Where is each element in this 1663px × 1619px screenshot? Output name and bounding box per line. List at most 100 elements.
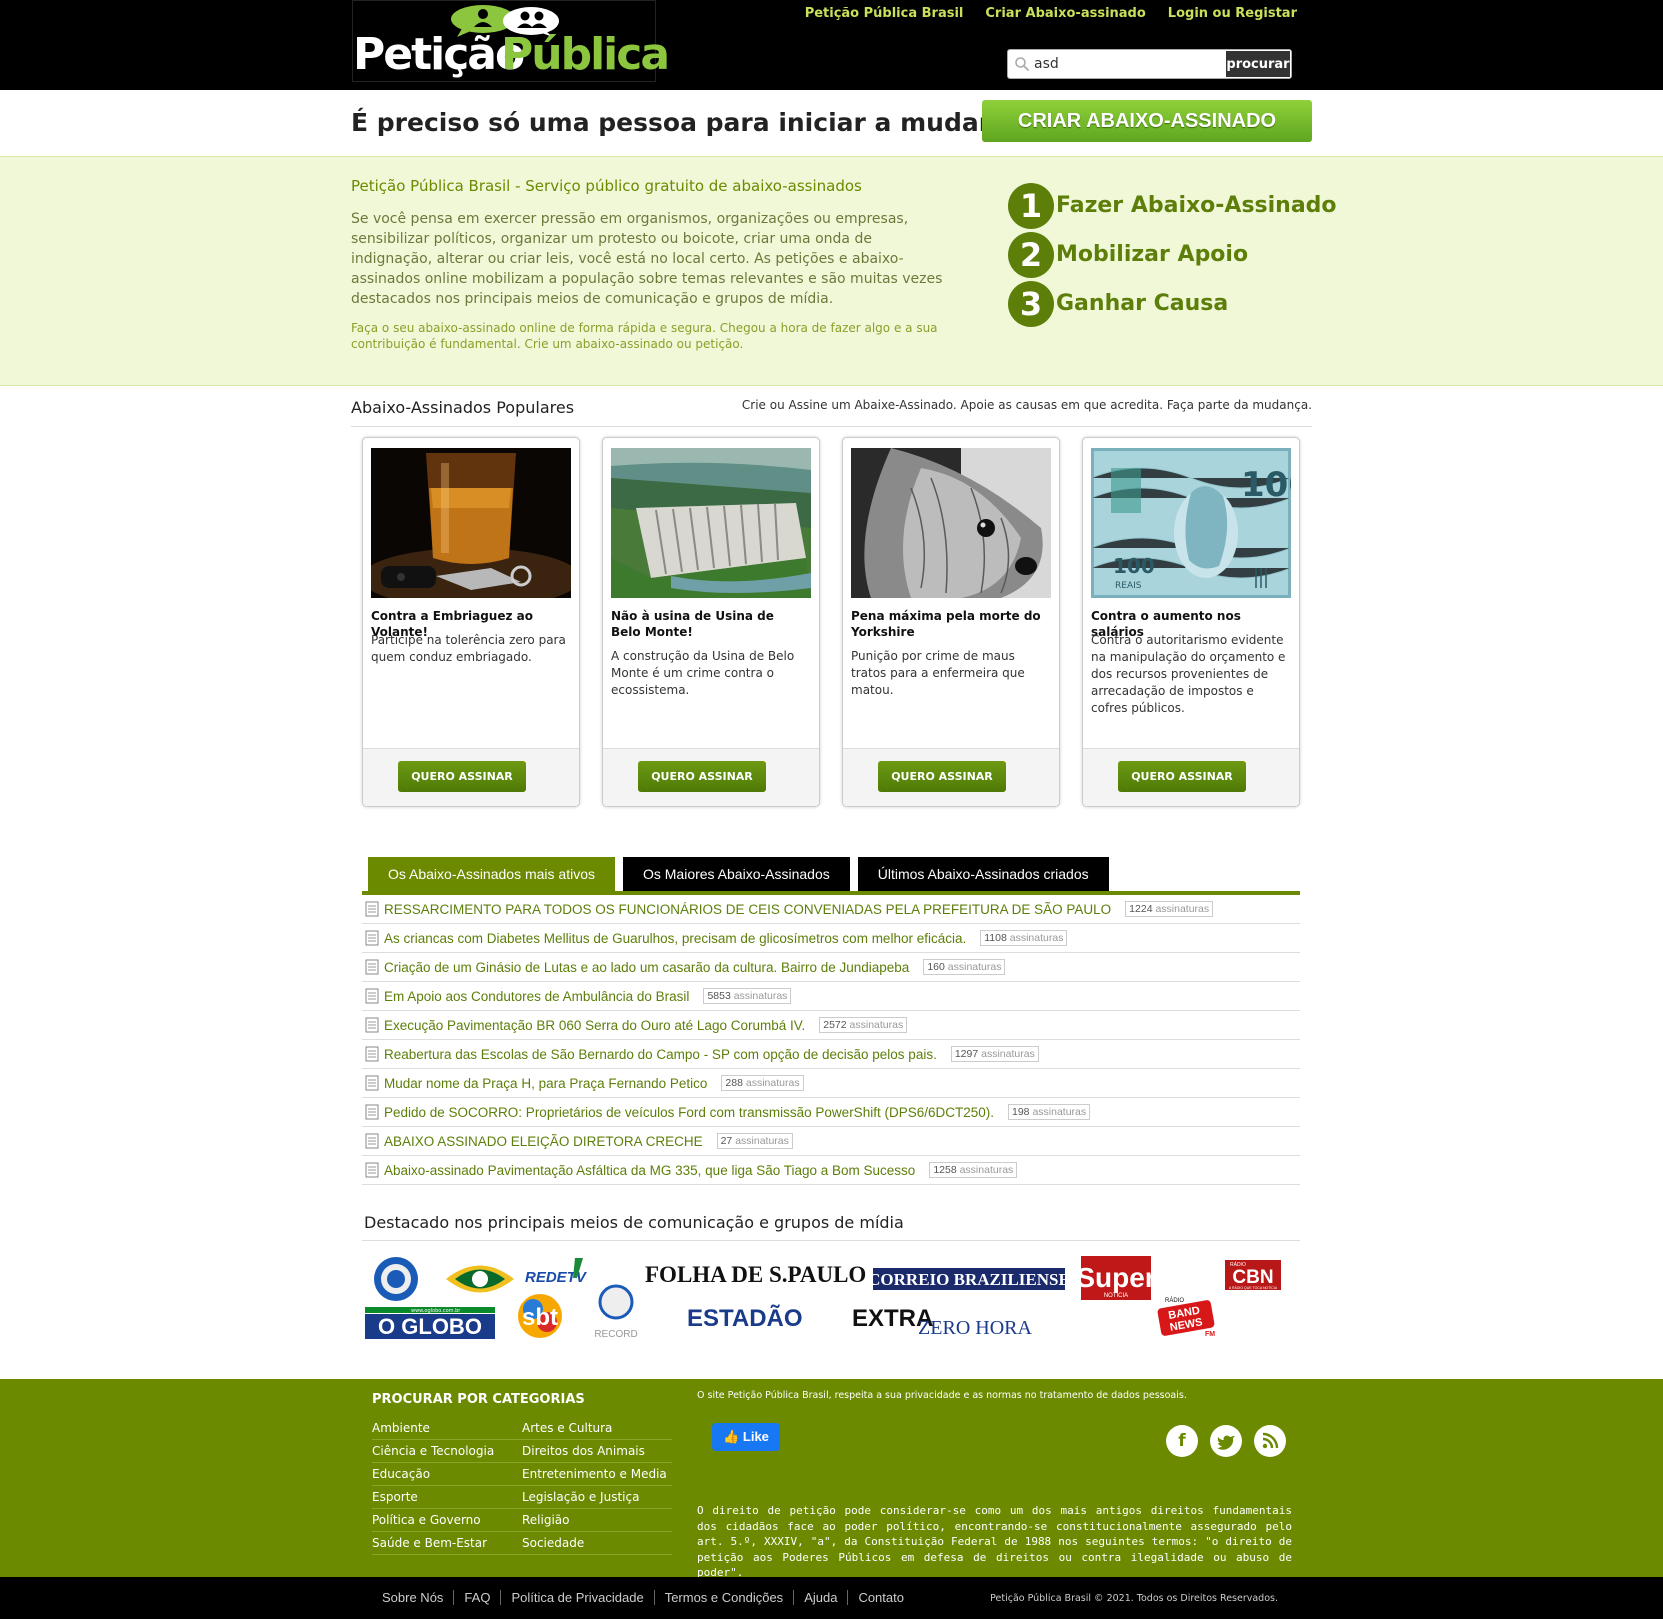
search-button[interactable]: procurar xyxy=(1226,51,1290,77)
popular-section-subtitle: Crie ou Assine um Abaixe-Assinado. Apoie… xyxy=(741,398,1312,412)
facebook-icon[interactable]: f xyxy=(1166,1425,1198,1457)
card-title[interactable]: Pena máxima pela morte do Yorkshire xyxy=(851,608,1046,640)
footer-link-ajuda[interactable]: Ajuda xyxy=(794,1590,849,1605)
petition-link[interactable]: As criancas com Diabetes Mellitus de Gua… xyxy=(384,931,966,946)
step-number: 1 xyxy=(1008,182,1054,229)
document-icon xyxy=(365,1075,379,1091)
twitter-icon[interactable] xyxy=(1210,1425,1242,1457)
document-icon xyxy=(365,1017,379,1033)
media-section-title: Destacado nos principais meios de comuni… xyxy=(364,1213,904,1232)
category-link[interactable]: Saúde e Bem-Estar xyxy=(372,1532,522,1554)
step-3: 3 Ganhar Causa xyxy=(1008,279,1337,328)
card-image-whisky[interactable] xyxy=(371,448,571,598)
create-petition-button[interactable]: CRIAR ABAIXO-ASSINADO xyxy=(982,100,1312,142)
petition-link[interactable]: Criação de um Ginásio de Lutas e ao lado… xyxy=(384,960,909,975)
sign-petition-button[interactable]: QUERO ASSINAR xyxy=(638,761,766,792)
category-link[interactable]: Ciência e Tecnologia xyxy=(372,1440,522,1462)
petition-link[interactable]: Execução Pavimentação BR 060 Serra do Ou… xyxy=(384,1018,805,1033)
intro-section: Petição Pública Brasil - Serviço público… xyxy=(0,156,1663,386)
card-title[interactable]: Não à usina de Usina de Belo Monte! xyxy=(611,608,806,640)
footer-link-termos[interactable]: Termos e Condições xyxy=(655,1590,795,1605)
document-icon xyxy=(365,1046,379,1062)
media-logos: www.oglobo.com.br O GLOBO REDETV sbt REC… xyxy=(365,1256,1281,1340)
copyright: Petição Pública Brasil © 2021. Todos os … xyxy=(990,1593,1278,1604)
hero-tagline: É preciso só uma pessoa para iniciar a m… xyxy=(351,108,1038,137)
nav-link-peticao-publica-brasil[interactable]: Petição Pública Brasil xyxy=(805,6,964,21)
step-label: Ganhar Causa xyxy=(1056,291,1229,316)
divider xyxy=(351,426,1312,427)
category-link[interactable]: Ambiente xyxy=(372,1417,522,1439)
popular-section-title: Abaixo-Assinados Populares xyxy=(351,398,575,417)
petition-link[interactable]: RESSARCIMENTO PARA TODOS OS FUNCIONÁRIOS… xyxy=(384,902,1111,917)
petition-link[interactable]: Pedido de SOCORRO: Proprietários de veíc… xyxy=(384,1105,994,1120)
step-label: Mobilizar Apoio xyxy=(1056,242,1249,267)
petition-tabs: Os Abaixo-Assinados mais ativos Os Maior… xyxy=(368,857,1109,891)
petition-row: Em Apoio aos Condutores de Ambulância do… xyxy=(362,982,1300,1011)
step-1: 1 Fazer Abaixo-Assinado xyxy=(1008,181,1337,230)
signature-count: 160 assinaturas xyxy=(923,959,1006,975)
tab-mais-ativos[interactable]: Os Abaixo-Assinados mais ativos xyxy=(368,857,615,891)
super-sub: NOTÍCIA xyxy=(1104,1292,1128,1299)
footer-link-contato[interactable]: Contato xyxy=(848,1590,914,1605)
header-bar: Petição Pública Petição Pública Brasil C… xyxy=(0,0,1663,90)
footer: PROCURAR POR CATEGORIAS Ambiente Artes e … xyxy=(0,1379,1663,1579)
card-footer: QUERO ASSINAR xyxy=(1083,748,1299,806)
category-link[interactable]: Política e Governo xyxy=(372,1509,522,1531)
card-footer: QUERO ASSINAR xyxy=(363,748,579,806)
card-image-yorkshire[interactable] xyxy=(851,448,1051,598)
signature-count: 288 assinaturas xyxy=(721,1075,804,1091)
cbn-sub: A RÁDIO QUE TOCA NOTÍCIA xyxy=(1229,1286,1278,1290)
document-icon xyxy=(365,930,379,946)
petition-link[interactable]: ABAIXO ASSINADO ELEIÇÃO DIRETORA CRECHE xyxy=(384,1134,703,1149)
estadao-logo: ESTADÃO xyxy=(687,1304,803,1332)
footer-link-sobre[interactable]: Sobre Nós xyxy=(372,1590,455,1605)
card-image-dam[interactable] xyxy=(611,448,811,598)
category-link[interactable]: Artes e Cultura xyxy=(522,1417,672,1439)
petition-link[interactable]: Abaixo-assinado Pavimentação Asfáltica d… xyxy=(384,1163,915,1178)
search-input[interactable] xyxy=(1034,53,1224,75)
zerohora-logo: ZERO HORA xyxy=(918,1317,1032,1339)
petition-row: ABAIXO ASSINADO ELEIÇÃO DIRETORA CRECHE … xyxy=(362,1127,1300,1156)
footer-link-faq[interactable]: FAQ xyxy=(454,1590,502,1605)
petition-card: Não à usina de Usina de Belo Monte! A co… xyxy=(602,437,820,807)
category-link[interactable]: Educação xyxy=(372,1463,522,1485)
category-link[interactable]: Legislação e Justiça xyxy=(522,1486,672,1508)
document-icon xyxy=(365,959,379,975)
petition-link[interactable]: Em Apoio aos Condutores de Ambulância do… xyxy=(384,989,689,1004)
category-link[interactable]: Sociedade xyxy=(522,1532,672,1554)
facebook-like-button[interactable]: 👍 Like xyxy=(712,1423,780,1451)
sbt-logo: sbt xyxy=(522,1304,558,1331)
logo-word-peticao: Petição xyxy=(353,29,525,80)
footer-links: Sobre Nós FAQ Política de Privacidade Te… xyxy=(372,1590,914,1605)
tab-maiores[interactable]: Os Maiores Abaixo-Assinados xyxy=(622,857,850,891)
step-number: 2 xyxy=(1008,231,1054,278)
petition-row: Abaixo-assinado Pavimentação Asfáltica d… xyxy=(362,1156,1300,1185)
sign-petition-button[interactable]: QUERO ASSINAR xyxy=(1118,761,1246,792)
legal-text: O direito de petição pode considerar-se … xyxy=(697,1504,1292,1579)
sign-petition-button[interactable]: QUERO ASSINAR xyxy=(878,761,1006,792)
site-logo[interactable]: Petição Pública xyxy=(352,0,670,82)
globo-logo xyxy=(374,1257,418,1301)
sign-petition-button[interactable]: QUERO ASSINAR xyxy=(398,761,526,792)
nav-link-criar-abaixo-assinado[interactable]: Criar Abaixo-assinado xyxy=(985,6,1145,21)
category-link[interactable]: Religião xyxy=(522,1509,672,1531)
card-description: Participe na tolerência zero para quem c… xyxy=(371,633,566,664)
categories-list: Ambiente Artes e Cultura Ciência e Tecnol… xyxy=(372,1417,672,1555)
banknote-word: REAIS xyxy=(1115,581,1142,591)
nav-link-login[interactable]: Login ou Registar xyxy=(1168,6,1297,21)
rss-icon[interactable] xyxy=(1254,1425,1286,1457)
petition-link[interactable]: Reabertura das Escolas de São Bernardo d… xyxy=(384,1047,937,1062)
divider xyxy=(362,1240,1300,1241)
step-2: 2 Mobilizar Apoio xyxy=(1008,230,1337,279)
signature-count: 198 assinaturas xyxy=(1008,1104,1091,1120)
folha-logo: FOLHA DE S.PAULO xyxy=(645,1262,866,1287)
tab-ultimos[interactable]: Últimos Abaixo-Assinados criados xyxy=(857,857,1109,891)
category-link[interactable]: Esporte xyxy=(372,1486,522,1508)
signature-count: 1108 assinaturas xyxy=(980,930,1068,946)
petition-link[interactable]: Mudar nome da Praça H, para Praça Fernan… xyxy=(384,1076,707,1091)
footer-link-privacidade[interactable]: Política de Privacidade xyxy=(501,1590,655,1605)
intro-small-text: Faça o seu abaixo-assinado online de for… xyxy=(351,321,938,351)
card-image-banknote[interactable]: 100 100 REAIS xyxy=(1091,448,1291,598)
category-link[interactable]: Direitos dos Animais xyxy=(522,1440,672,1462)
category-link[interactable]: Entretenimento e Media xyxy=(522,1463,672,1485)
